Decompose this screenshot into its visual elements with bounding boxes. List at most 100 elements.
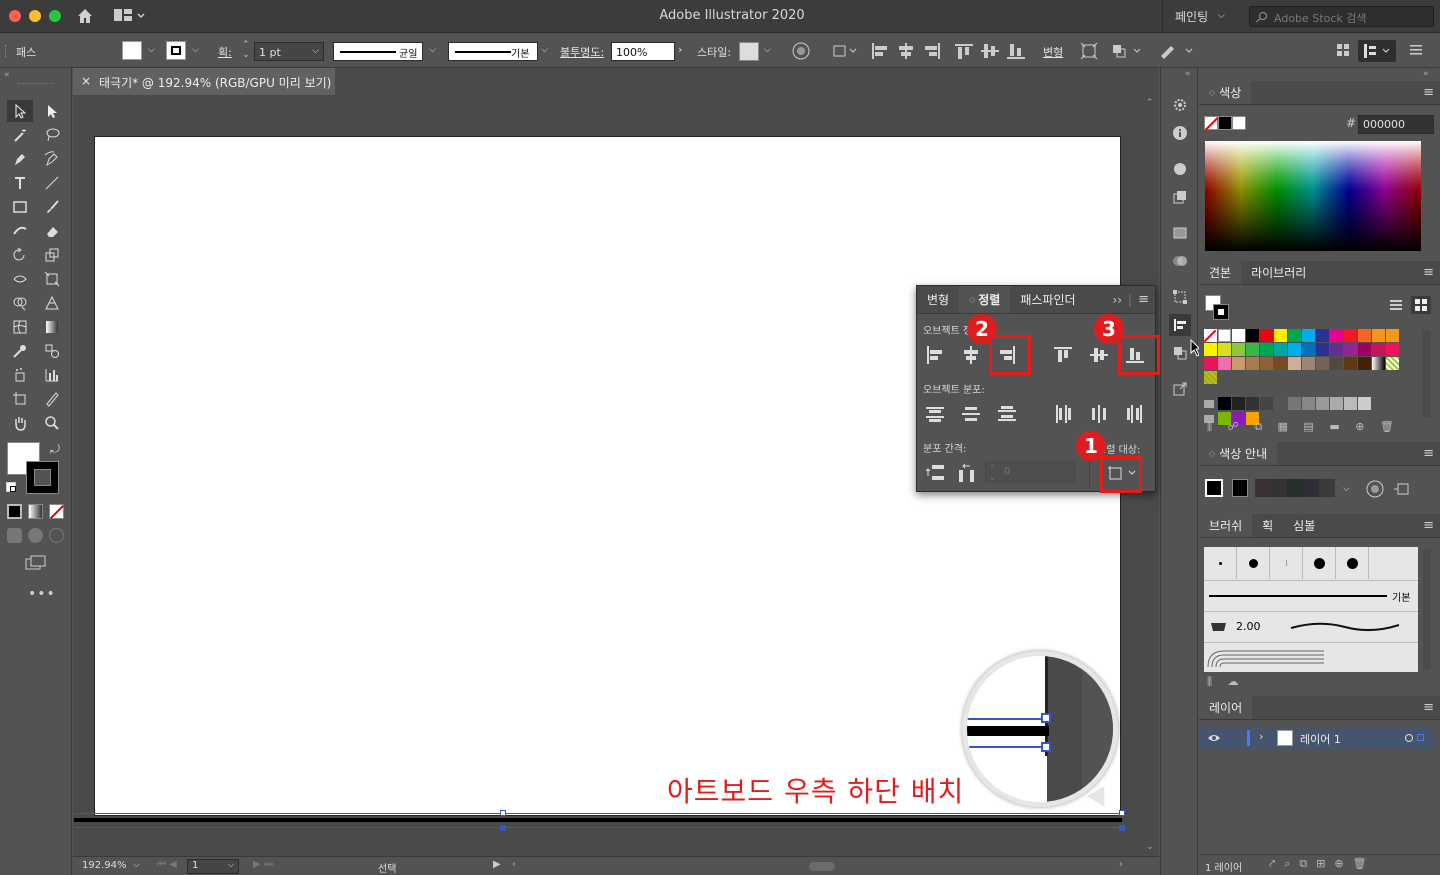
color-swatch[interactable] [1330, 343, 1343, 356]
align-bottom-icon[interactable] [1006, 42, 1026, 60]
tab-color-guide[interactable]: ◇ 색상 안내 [1199, 442, 1278, 465]
panel-menu-icon[interactable]: ≡ [1423, 265, 1434, 280]
chevron-down-icon[interactable]: ⌵ [1218, 11, 1225, 21]
grid-view-icon[interactable] [1335, 42, 1351, 58]
draw-inside-icon[interactable] [49, 528, 64, 543]
scroll-down-icon[interactable]: ⌄ [1146, 842, 1154, 852]
color-swatch[interactable] [1330, 357, 1343, 370]
color-swatch[interactable] [1204, 371, 1217, 384]
stock-search-input[interactable]: Adobe Stock 검색 [1249, 6, 1434, 27]
horizontal-distribute-right-icon[interactable] [1125, 404, 1145, 424]
layer-name[interactable]: 레이어 1 [1300, 731, 1341, 747]
color-swatch[interactable] [1204, 357, 1217, 370]
stroke-label[interactable]: 획: [218, 44, 232, 60]
eyedropper-tool-icon[interactable] [7, 340, 33, 362]
color-swatch[interactable] [1372, 357, 1385, 370]
color-swatch[interactable] [1330, 329, 1343, 342]
tab-align[interactable]: ◇ 정렬 [959, 286, 1011, 313]
color-swatch[interactable] [1260, 357, 1273, 370]
color-swatch[interactable] [1358, 329, 1371, 342]
hex-input[interactable]: 000000 [1358, 115, 1434, 134]
layers-footer-icons[interactable]: ⤤⌕⧉⊞⊕🗑 [1269, 857, 1376, 871]
properties-toggle[interactable] [1358, 40, 1396, 62]
gradient-tool-icon[interactable] [39, 316, 65, 338]
tab-brushes[interactable]: 브러쉬 [1199, 514, 1253, 537]
color-swatch[interactable] [1386, 343, 1399, 356]
selection-tool-icon[interactable] [7, 100, 33, 122]
chevron-down-icon[interactable]: ⌵ [133, 860, 140, 870]
swatch-grid[interactable] [1203, 329, 1416, 425]
vertical-distribute-center-icon[interactable] [961, 404, 981, 424]
grip-handle[interactable] [18, 83, 54, 84]
shape-builder-tool-icon[interactable] [7, 292, 33, 314]
tab-pathfinder[interactable]: 패스파인더 [1010, 286, 1085, 313]
brush-list[interactable]: 기본 2.00 [1204, 547, 1418, 672]
artboard-tool-icon[interactable] [7, 388, 33, 410]
recolor-artwork-icon[interactable] [792, 42, 810, 60]
black-swatch[interactable] [1218, 116, 1232, 130]
scroll-up-icon[interactable]: ⌃ [1146, 98, 1154, 108]
stroke-swatch[interactable] [166, 41, 186, 60]
paintbrush-tool-icon[interactable] [39, 196, 65, 218]
horizontal-distribute-left-icon[interactable] [1053, 404, 1073, 424]
tool-status[interactable]: 선택 [378, 860, 396, 875]
swatches-scrollbar[interactable] [1423, 331, 1431, 417]
curvature-tool-icon[interactable] [39, 148, 65, 170]
horizontal-distribute-center-icon[interactable] [1089, 404, 1109, 424]
color-swatch[interactable] [1316, 343, 1329, 356]
color-swatch[interactable] [1386, 329, 1399, 342]
color-spectrum[interactable] [1205, 141, 1421, 251]
color-swatch[interactable] [1288, 343, 1301, 356]
eye-icon[interactable] [1207, 733, 1221, 743]
grip-handle[interactable] [5, 45, 8, 57]
tab-stroke[interactable]: 획 [1252, 514, 1283, 537]
scale-tool-icon[interactable] [39, 244, 65, 266]
perspective-grid-tool-icon[interactable] [39, 292, 65, 314]
slice-tool-icon[interactable] [39, 388, 65, 410]
color-swatch[interactable] [1288, 397, 1301, 410]
chevron-right-icon[interactable]: › [678, 43, 682, 56]
color-swatch[interactable] [1288, 329, 1301, 342]
tab-layers[interactable]: 레이어 [1199, 696, 1253, 719]
vertical-distribute-space-icon[interactable] [925, 463, 945, 483]
tab-swatches[interactable]: 견본 [1199, 261, 1242, 284]
fill-swatch[interactable] [122, 41, 142, 60]
pen-tool-icon[interactable] [7, 148, 33, 170]
color-swatch[interactable] [1302, 357, 1315, 370]
align-right-icon[interactable] [922, 42, 942, 60]
draw-normal-icon[interactable] [7, 528, 22, 543]
panel-menu-icon[interactable]: ≡ [1138, 292, 1149, 307]
color-swatch[interactable] [1358, 397, 1371, 410]
chevron-down-icon[interactable]: ⌵ [192, 45, 199, 55]
document-tab[interactable]: × 태극기* @ 192.94% (RGB/GPU 미리 보기) [73, 68, 335, 95]
color-icon[interactable] [7, 504, 22, 519]
selection-indicator[interactable] [1417, 734, 1424, 741]
type-tool-icon[interactable] [7, 172, 33, 194]
brushes-scrollbar[interactable] [1423, 549, 1431, 669]
chevron-down-icon[interactable]: ⌵ [764, 45, 771, 55]
chevron-down-icon[interactable]: ⌵ [1343, 484, 1350, 494]
color-swatch[interactable] [1372, 329, 1385, 342]
gradient-icon[interactable] [28, 504, 43, 519]
none-swatch[interactable] [1204, 116, 1219, 131]
screen-mode-icon[interactable] [25, 555, 47, 571]
base-color-swatch[interactable] [1205, 479, 1223, 497]
color-swatch[interactable] [1372, 343, 1385, 356]
color-swatch[interactable] [1274, 343, 1287, 356]
color-swatch[interactable] [1274, 397, 1287, 410]
color-swatch[interactable] [1218, 357, 1231, 370]
brush-calligraphic-row[interactable]: 2.00 [1204, 611, 1418, 641]
brush-definition[interactable]: 기본 [448, 42, 538, 61]
color-swatch[interactable] [1246, 397, 1259, 410]
guide-swatch[interactable] [1232, 479, 1248, 497]
swatches-stroke-box[interactable] [1213, 304, 1229, 320]
vertical-distribute-top-icon[interactable] [925, 404, 945, 424]
status-menu-icon[interactable]: ▶ [493, 859, 501, 870]
color-swatch[interactable] [1316, 329, 1329, 342]
export-icon[interactable] [1169, 378, 1191, 400]
gear-icon[interactable] [1169, 94, 1191, 116]
transform-link[interactable]: 변형 [1043, 44, 1063, 60]
color-swatch[interactable] [1274, 357, 1287, 370]
color-swatch[interactable] [1218, 329, 1231, 342]
appearance-icon[interactable] [1169, 158, 1191, 180]
